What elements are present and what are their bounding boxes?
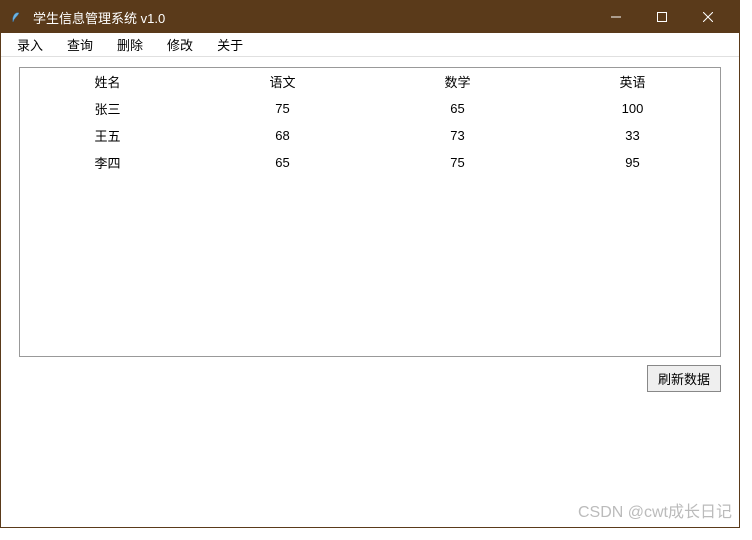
menubar: 录入 查询 删除 修改 关于 [1, 33, 739, 57]
table-header-row: 姓名 语文 数学 英语 [20, 68, 720, 95]
app-icon [9, 9, 25, 25]
col-english[interactable]: 英语 [545, 68, 720, 95]
cell-name: 李四 [20, 149, 195, 176]
menu-query[interactable]: 查询 [55, 33, 105, 56]
cell-name: 王五 [20, 122, 195, 149]
cell-math: 73 [370, 122, 545, 149]
cell-english: 100 [545, 95, 720, 122]
col-math[interactable]: 数学 [370, 68, 545, 95]
button-bar: 刷新数据 [19, 365, 721, 392]
close-icon [703, 12, 713, 22]
col-chinese[interactable]: 语文 [195, 68, 370, 95]
maximize-icon [657, 12, 667, 22]
content-area: 姓名 语文 数学 英语 张三 75 65 100 王五 68 [1, 57, 739, 527]
table-row[interactable]: 张三 75 65 100 [20, 95, 720, 122]
window-title: 学生信息管理系统 v1.0 [33, 8, 593, 27]
menu-delete[interactable]: 删除 [105, 33, 155, 56]
cell-chinese: 75 [195, 95, 370, 122]
titlebar: 学生信息管理系统 v1.0 [1, 1, 739, 33]
table-row[interactable]: 李四 65 75 95 [20, 149, 720, 176]
maximize-button[interactable] [639, 1, 685, 33]
cell-english: 33 [545, 122, 720, 149]
menu-about[interactable]: 关于 [205, 33, 255, 56]
table-row[interactable]: 王五 68 73 33 [20, 122, 720, 149]
refresh-button[interactable]: 刷新数据 [647, 365, 721, 392]
minimize-icon [611, 12, 621, 22]
minimize-button[interactable] [593, 1, 639, 33]
window-controls [593, 1, 731, 33]
cell-math: 75 [370, 149, 545, 176]
col-name[interactable]: 姓名 [20, 68, 195, 95]
cell-name: 张三 [20, 95, 195, 122]
cell-chinese: 65 [195, 149, 370, 176]
close-button[interactable] [685, 1, 731, 33]
menu-modify[interactable]: 修改 [155, 33, 205, 56]
app-window: 学生信息管理系统 v1.0 录入 查询 删除 修改 关于 姓名 [0, 0, 740, 528]
data-table-container: 姓名 语文 数学 英语 张三 75 65 100 王五 68 [19, 67, 721, 357]
menu-enter[interactable]: 录入 [5, 33, 55, 56]
cell-english: 95 [545, 149, 720, 176]
cell-math: 65 [370, 95, 545, 122]
cell-chinese: 68 [195, 122, 370, 149]
student-table[interactable]: 姓名 语文 数学 英语 张三 75 65 100 王五 68 [20, 68, 720, 176]
